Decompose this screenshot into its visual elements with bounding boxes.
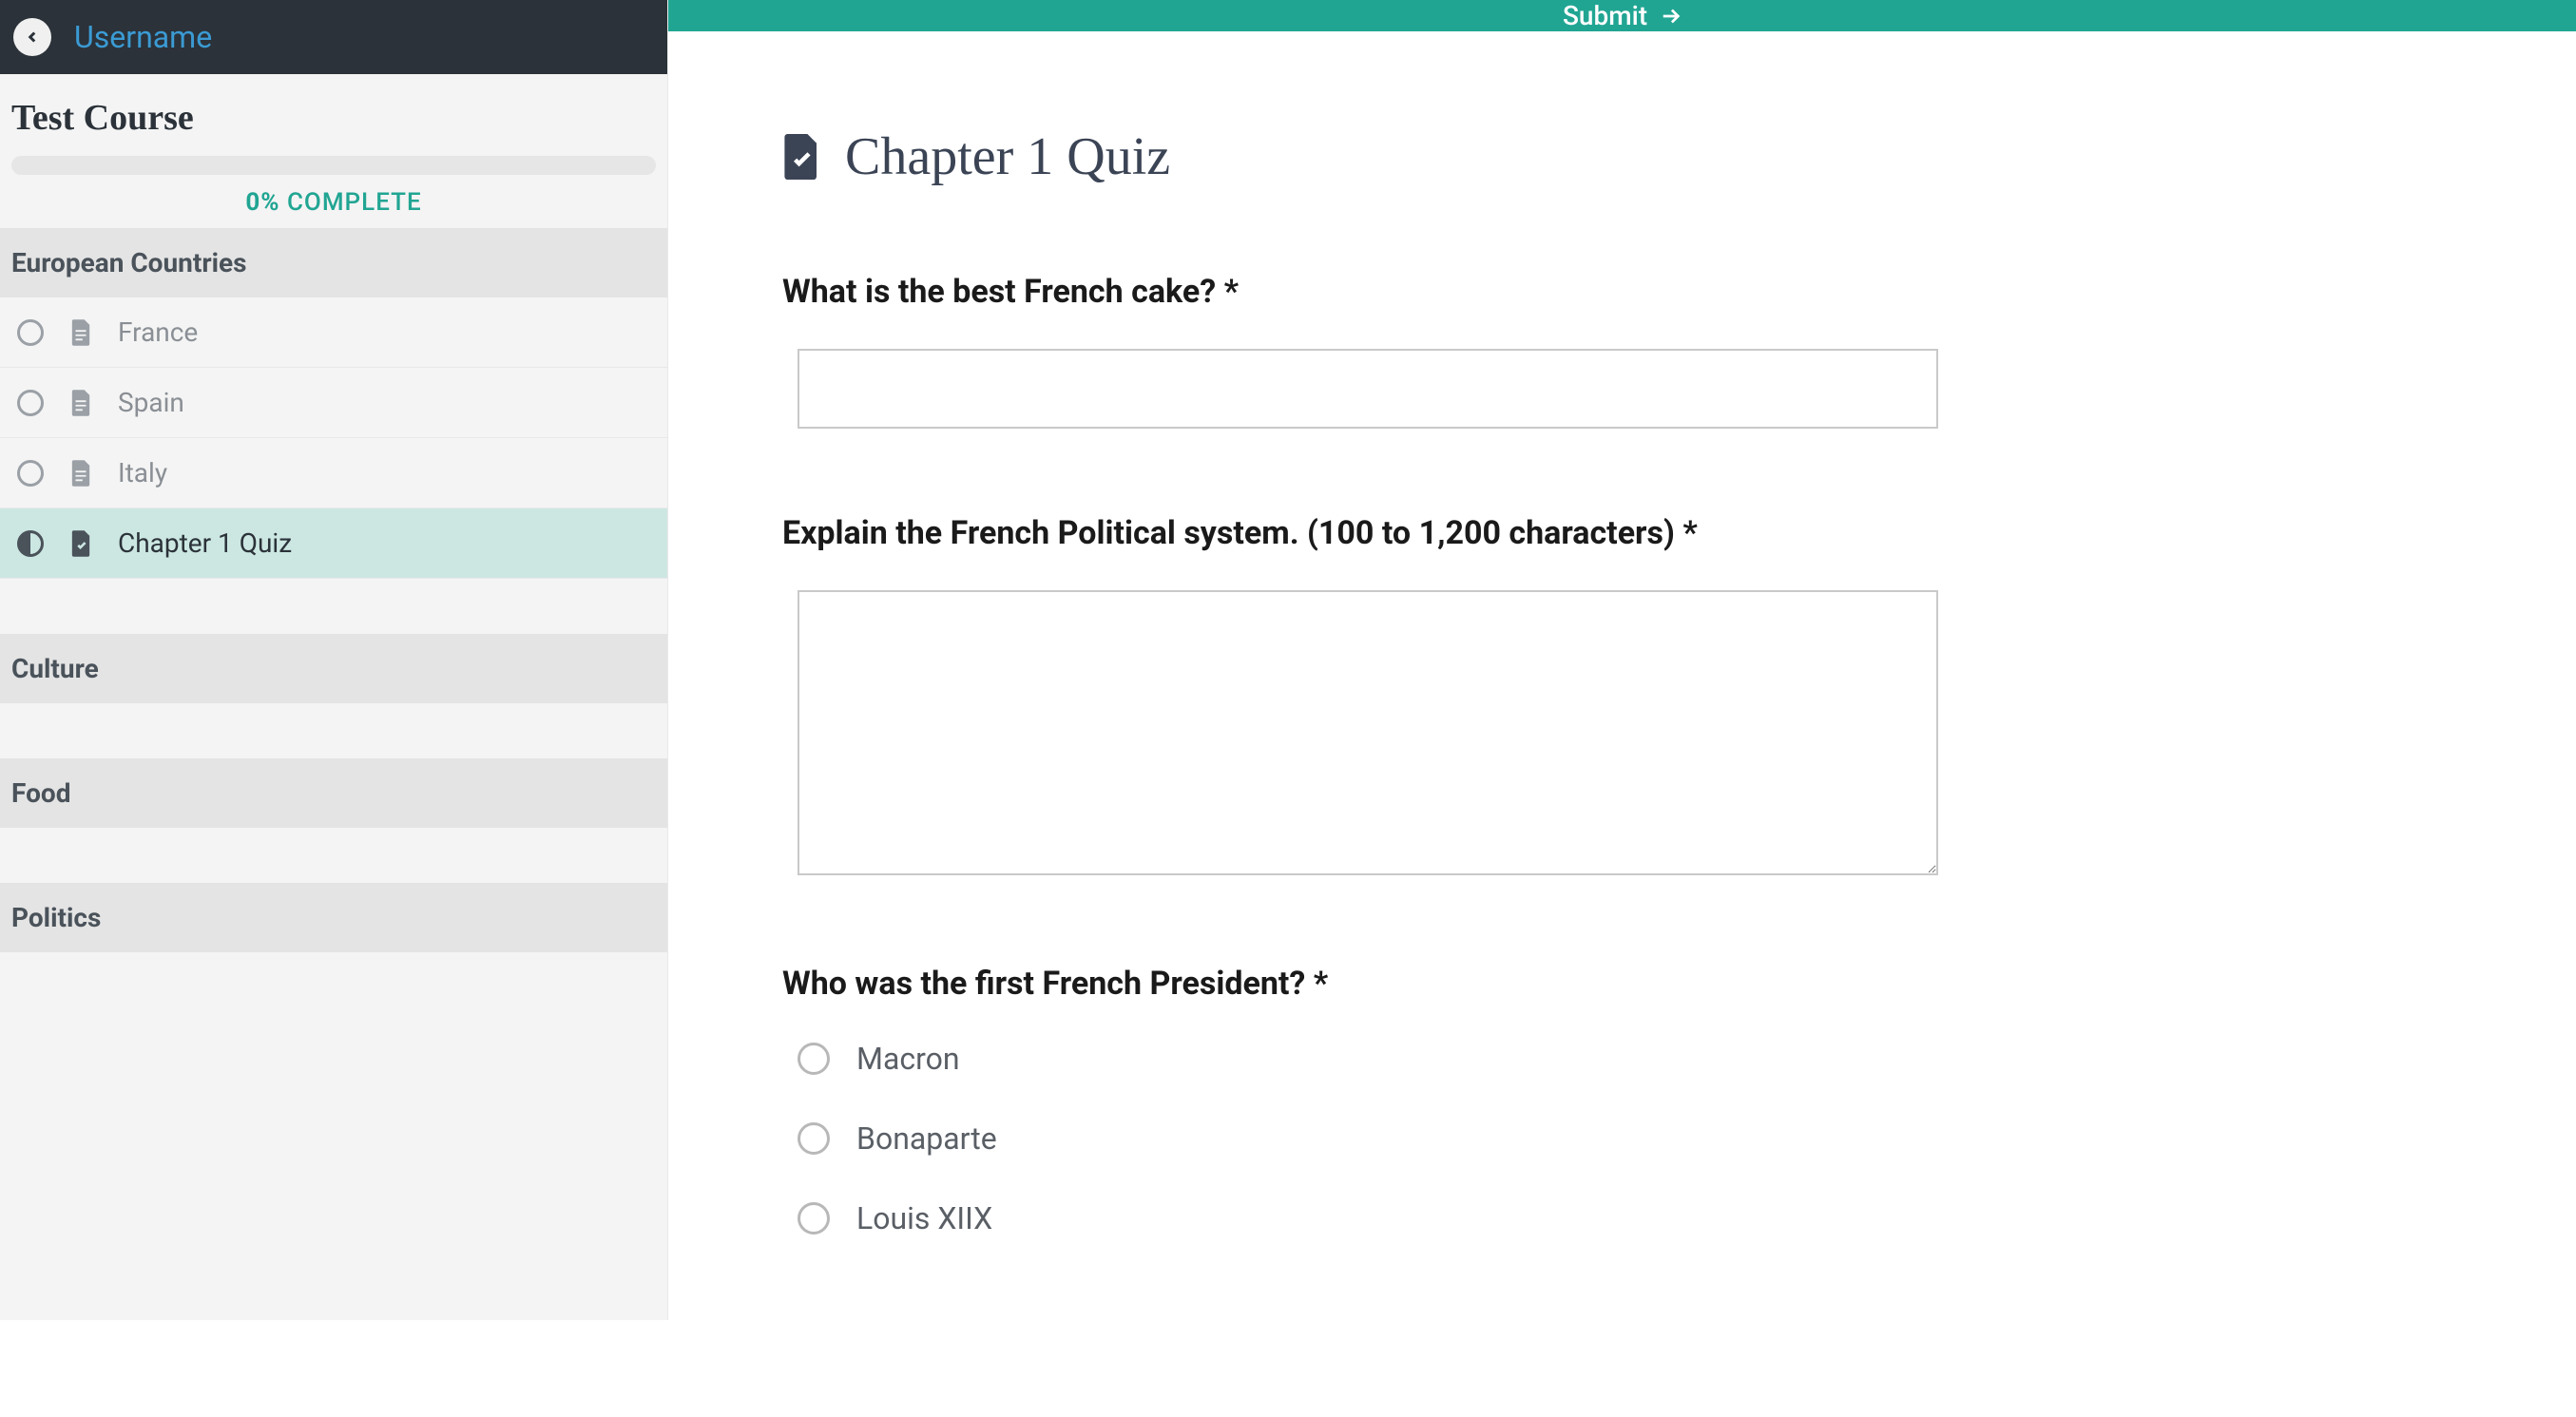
section-header-politics[interactable]: Politics (0, 883, 667, 952)
submit-button[interactable]: Submit (1563, 0, 1682, 31)
radio-icon (798, 1202, 830, 1235)
question-3-options: Macron Bonaparte Louis XIIX (798, 1041, 2462, 1236)
progress-word: COMPLETE (287, 188, 422, 217)
section-header-food[interactable]: Food (0, 758, 667, 828)
lesson-label: Spain (118, 387, 184, 418)
question-2-textarea[interactable] (798, 590, 1938, 875)
document-icon (70, 390, 91, 416)
status-circle-icon (17, 460, 44, 487)
radio-icon (798, 1122, 830, 1155)
progress-label: 0% COMPLETE (11, 188, 656, 217)
lesson-label: France (118, 316, 198, 348)
chevron-left-icon (24, 29, 41, 46)
document-icon (70, 319, 91, 346)
question-1-label: What is the best French cake? * (782, 273, 2462, 311)
sidebar-header: Username (0, 0, 667, 74)
radio-icon (798, 1043, 830, 1075)
sidebar-item-spain[interactable]: Spain (0, 368, 667, 438)
course-block: Test Course 0% COMPLETE (0, 74, 667, 228)
radio-label: Bonaparte (856, 1120, 997, 1157)
sidebar-item-france[interactable]: France (0, 297, 667, 368)
section-header-european-countries[interactable]: European Countries (0, 228, 667, 297)
page-title-row: Chapter 1 Quiz (782, 126, 2462, 187)
radio-option-macron[interactable]: Macron (798, 1041, 2462, 1077)
question-3-label: Who was the first French President? * (782, 965, 2462, 1003)
question-1: What is the best French cake? * (782, 273, 2462, 429)
lesson-label: Italy (118, 457, 167, 488)
sidebar-item-chapter-1-quiz[interactable]: Chapter 1 Quiz (0, 508, 667, 579)
course-title: Test Course (11, 97, 656, 139)
question-1-input[interactable] (798, 349, 1938, 429)
main: Submit Chapter 1 Quiz What is the best F… (668, 0, 2576, 1320)
lesson-label: Chapter 1 Quiz (118, 527, 292, 559)
status-circle-icon (17, 319, 44, 346)
section-header-culture[interactable]: Culture (0, 634, 667, 703)
arrow-right-icon (1661, 6, 1682, 27)
question-2-label: Explain the French Political system. (10… (782, 514, 2462, 552)
progress-bar (11, 156, 656, 175)
sidebar-item-italy[interactable]: Italy (0, 438, 667, 508)
status-half-circle-icon (17, 530, 44, 557)
topbar: Submit (668, 0, 2576, 31)
status-circle-icon (17, 390, 44, 416)
radio-label: Louis XIIX (856, 1200, 992, 1236)
back-button[interactable] (13, 18, 51, 56)
content: Chapter 1 Quiz What is the best French c… (668, 31, 2576, 1417)
submit-label: Submit (1563, 0, 1647, 31)
radio-label: Macron (856, 1041, 960, 1077)
document-icon (70, 460, 91, 487)
progress-percent: 0% (245, 188, 279, 217)
question-3: Who was the first French President? * Ma… (782, 965, 2462, 1236)
question-2: Explain the French Political system. (10… (782, 514, 2462, 879)
radio-option-louis-xiix[interactable]: Louis XIIX (798, 1200, 2462, 1236)
page-title: Chapter 1 Quiz (845, 126, 1170, 187)
quiz-page-icon (782, 134, 820, 180)
username-link[interactable]: Username (74, 19, 212, 55)
radio-option-bonaparte[interactable]: Bonaparte (798, 1120, 2462, 1157)
sidebar: Username Test Course 0% COMPLETE Europea… (0, 0, 668, 1320)
quiz-document-icon (70, 530, 91, 557)
